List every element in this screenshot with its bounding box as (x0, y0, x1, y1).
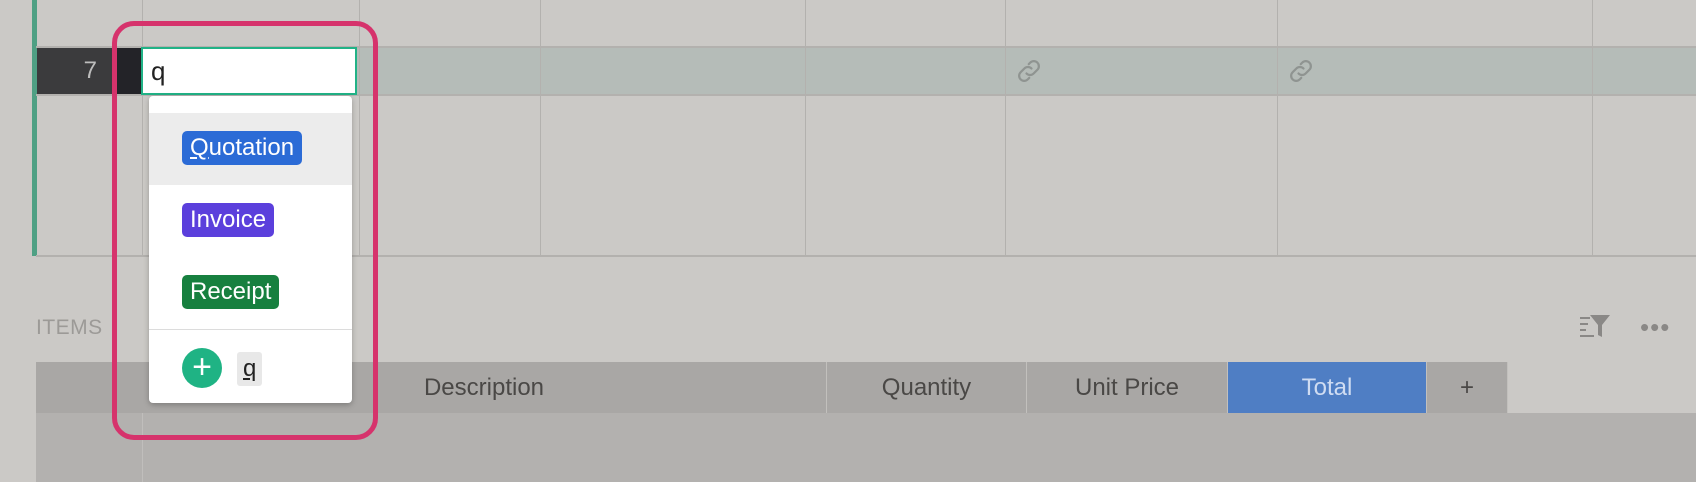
grid-line (1277, 0, 1278, 256)
highlight-frame (112, 21, 378, 440)
link-icon[interactable] (1014, 56, 1044, 91)
sort-filter-icon[interactable] (1580, 313, 1612, 346)
grid-line (805, 0, 806, 256)
column-header-total[interactable]: Total (1228, 362, 1427, 413)
column-header-unit-price[interactable]: Unit Price (1027, 362, 1228, 413)
link-icon[interactable] (1286, 56, 1316, 91)
section-title: ITEMS (36, 316, 103, 339)
row-accent-bar (32, 0, 37, 256)
column-header-quantity[interactable]: Quantity (827, 362, 1027, 413)
grid-line (1005, 0, 1006, 256)
grid-line (540, 0, 541, 256)
grid-line (1592, 0, 1593, 256)
add-column-button[interactable]: + (1427, 362, 1508, 413)
row-number: 7 (37, 48, 117, 94)
more-icon[interactable]: ••• (1640, 312, 1670, 343)
